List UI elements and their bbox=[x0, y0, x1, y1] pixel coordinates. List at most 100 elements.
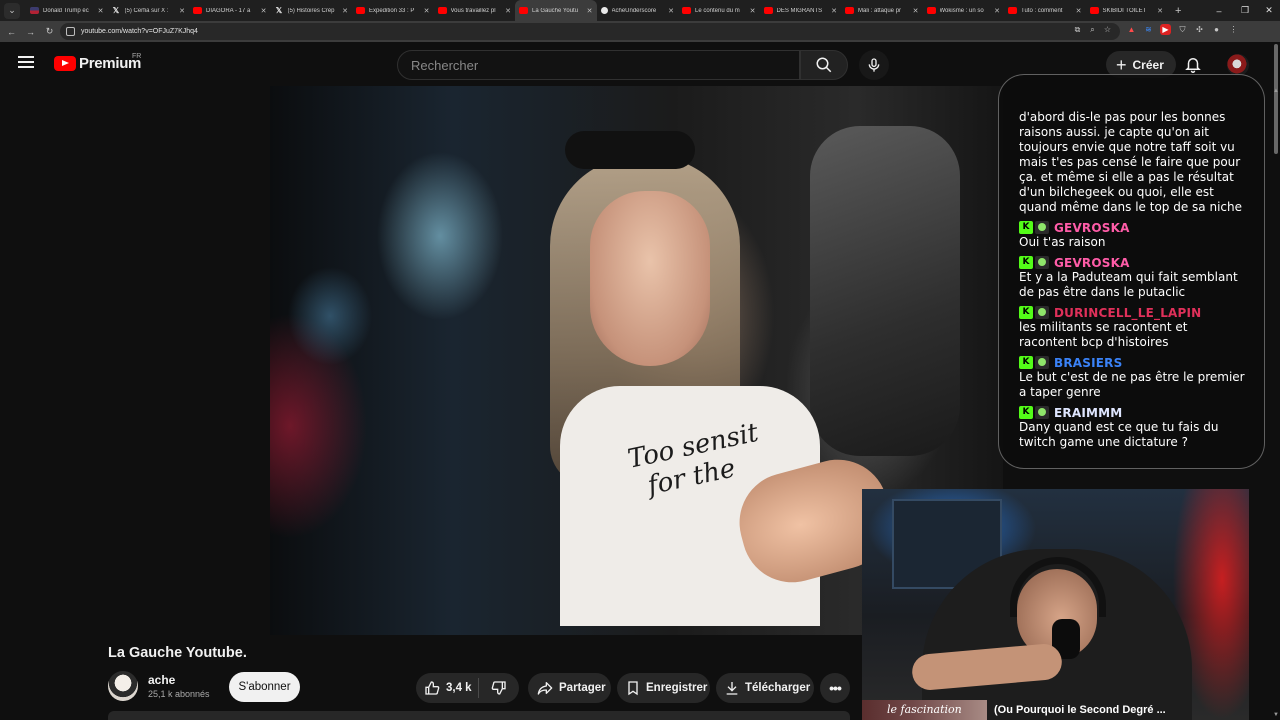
maximize-icon[interactable]: ❐ bbox=[1232, 0, 1258, 21]
browser-tab[interactable]: DES MIGRANTS ✕ bbox=[760, 0, 842, 21]
browser-tab[interactable]: Le contenu du m ✕ bbox=[678, 0, 760, 21]
browser-tab[interactable]: Wokisme : un so ✕ bbox=[923, 0, 1005, 21]
extension-red-icon[interactable]: ▲ bbox=[1126, 24, 1137, 35]
scroll-up-icon[interactable]: ▲ bbox=[1273, 88, 1279, 94]
voice-search-button[interactable] bbox=[859, 50, 889, 80]
profile-icon[interactable]: ● bbox=[1211, 24, 1222, 35]
tab-close-icon[interactable]: ✕ bbox=[424, 7, 430, 15]
browser-tab[interactable]: La Gauche Youtu ✕ bbox=[515, 0, 597, 21]
extension-blue-icon[interactable]: ≋ bbox=[1143, 24, 1154, 35]
browser-tab[interactable]: Donald Trump éc ✕ bbox=[26, 0, 108, 21]
scrollbar-thumb[interactable] bbox=[1274, 44, 1278, 154]
tab-list: Donald Trump éc ✕ 𝕏 (5) Cerfia sur X : ✕ DIA… bbox=[26, 0, 1167, 21]
search-icon bbox=[816, 57, 832, 73]
kick-badge-icon: K bbox=[1019, 306, 1033, 319]
youtube-icon bbox=[1089, 7, 1099, 14]
site-info-icon[interactable] bbox=[66, 27, 75, 36]
back-icon[interactable]: ← bbox=[2, 27, 21, 37]
browser-tab[interactable]: Expedition 33 : P ✕ bbox=[352, 0, 434, 21]
like-dislike-group: 3,4 k bbox=[416, 673, 519, 703]
chat-username[interactable]: GEVROSKA bbox=[1054, 221, 1130, 235]
reload-icon[interactable]: ↻ bbox=[40, 26, 59, 37]
x-logo-icon: 𝕏 bbox=[112, 6, 120, 15]
skull-badge-icon bbox=[1035, 406, 1049, 419]
thumbs-up-icon bbox=[425, 681, 440, 695]
tab-close-icon[interactable]: ✕ bbox=[1076, 7, 1082, 15]
youtube-icon bbox=[437, 7, 447, 14]
search-input[interactable] bbox=[398, 51, 799, 79]
description-box[interactable] bbox=[108, 711, 850, 720]
browser-tab[interactable]: 𝕏 (5) Histoires Crép ✕ bbox=[271, 0, 353, 21]
tab-close-icon[interactable]: ✕ bbox=[179, 7, 185, 15]
browser-tab[interactable]: Vous travaillez pl ✕ bbox=[434, 0, 516, 21]
tab-close-icon[interactable]: ✕ bbox=[994, 7, 1000, 15]
tab-title: Tuto : comment bbox=[1021, 7, 1063, 14]
save-button[interactable]: Enregistrer bbox=[617, 673, 710, 703]
bookmark-star-icon[interactable]: ☆ bbox=[1103, 25, 1112, 34]
zoom-icon[interactable]: ⌕ bbox=[1088, 25, 1097, 34]
puzzle-icon[interactable]: ✣ bbox=[1194, 24, 1205, 35]
like-button[interactable]: 3,4 k bbox=[416, 678, 479, 698]
youtube-premium-logo[interactable]: Premium bbox=[54, 55, 141, 72]
tab-close-icon[interactable]: ✕ bbox=[668, 7, 674, 15]
subscriber-count: 25,1 k abonnés bbox=[148, 689, 210, 699]
download-button[interactable]: Télécharger bbox=[716, 673, 814, 703]
chat-username[interactable]: BRASIERS bbox=[1054, 356, 1122, 370]
tab-close-icon[interactable]: ✕ bbox=[98, 7, 104, 15]
share-button[interactable]: Partager bbox=[528, 673, 611, 703]
new-tab-icon[interactable]: + bbox=[1175, 5, 1181, 17]
chat-username[interactable]: ERAIMMM bbox=[1054, 406, 1122, 420]
webcam-video-title-bar: le fascination (Ou Pourquoi le Second De… bbox=[862, 700, 1249, 720]
url-bar[interactable]: youtube.com/watch?v=OFJuZ7KJhq4 ⧉ ⌕ ☆ bbox=[60, 23, 1120, 40]
bookmark-icon bbox=[628, 681, 638, 696]
tab-close-icon[interactable]: ✕ bbox=[342, 7, 348, 15]
tab-close-icon[interactable]: ✕ bbox=[587, 7, 593, 15]
minimize-icon[interactable]: – bbox=[1206, 0, 1232, 21]
shield-icon[interactable]: ⛉ bbox=[1177, 24, 1188, 35]
tab-close-icon[interactable]: ✕ bbox=[261, 7, 267, 15]
browser-tab[interactable]: DIAGORA - 17 a ✕ bbox=[189, 0, 271, 21]
tab-search-icon[interactable]: ⌄ bbox=[4, 2, 20, 19]
dislike-button[interactable] bbox=[479, 680, 519, 696]
youtube-icon bbox=[682, 7, 691, 14]
search-button[interactable] bbox=[800, 50, 848, 80]
forward-icon[interactable]: → bbox=[21, 27, 40, 37]
tab-close-icon[interactable]: ✕ bbox=[831, 7, 837, 15]
browser-tab[interactable]: 𝕏 (5) Cerfia sur X : ✕ bbox=[108, 0, 190, 21]
browser-tab[interactable]: SKIBIDI TOILET ✕ bbox=[1086, 0, 1168, 21]
tab-close-icon[interactable]: ✕ bbox=[750, 7, 756, 15]
browser-menu-icon[interactable]: ⋮ bbox=[1228, 24, 1239, 35]
tab-close-icon[interactable]: ✕ bbox=[913, 7, 919, 15]
menu-icon[interactable] bbox=[18, 56, 34, 68]
browser-tab[interactable]: Tuto : comment ✕ bbox=[1004, 0, 1086, 21]
channel-avatar[interactable] bbox=[108, 671, 138, 701]
close-window-icon[interactable]: ✕ bbox=[1256, 0, 1280, 21]
tab-title: (5) Cerfia sur X : bbox=[124, 7, 169, 14]
chat-username-row: K BRASIERS bbox=[1019, 355, 1246, 370]
country-code: FR bbox=[132, 53, 142, 60]
chat-username[interactable]: GEVROSKA bbox=[1054, 256, 1130, 270]
scroll-down-icon[interactable]: ▼ bbox=[1273, 712, 1279, 718]
more-dots-icon: ••• bbox=[829, 680, 842, 696]
create-label: Créer bbox=[1132, 57, 1164, 72]
youtube-logo-icon bbox=[54, 56, 76, 71]
youtube-icon bbox=[1008, 7, 1017, 14]
chat-username[interactable]: DURINCELL_LE_LAPIN bbox=[1054, 306, 1201, 320]
browser-tab[interactable]: AcheUnderscore ✕ bbox=[597, 0, 679, 21]
tab-close-icon[interactable]: ✕ bbox=[505, 7, 511, 15]
browser-tab[interactable]: Mali : attaque pr ✕ bbox=[841, 0, 923, 21]
account-avatar[interactable] bbox=[1227, 54, 1249, 76]
tab-title: Donald Trump éc bbox=[43, 7, 89, 14]
more-actions-button[interactable]: ••• bbox=[820, 673, 850, 703]
extension-youtube-icon[interactable]: ▶ bbox=[1160, 24, 1171, 35]
chat-username-row: K DURINCELL_LE_LAPIN bbox=[1019, 305, 1246, 320]
tab-close-icon[interactable]: ✕ bbox=[1157, 7, 1163, 15]
kick-badge-icon: K bbox=[1019, 406, 1033, 419]
tab-title: (5) Histoires Crép bbox=[287, 7, 335, 14]
install-app-icon[interactable]: ⧉ bbox=[1073, 25, 1082, 34]
search-box bbox=[397, 50, 800, 80]
page-scrollbar[interactable] bbox=[1272, 86, 1280, 720]
x-logo-icon: 𝕏 bbox=[275, 6, 283, 15]
channel-name[interactable]: ache bbox=[148, 673, 175, 687]
subscribe-button[interactable]: S'abonner bbox=[229, 672, 300, 702]
